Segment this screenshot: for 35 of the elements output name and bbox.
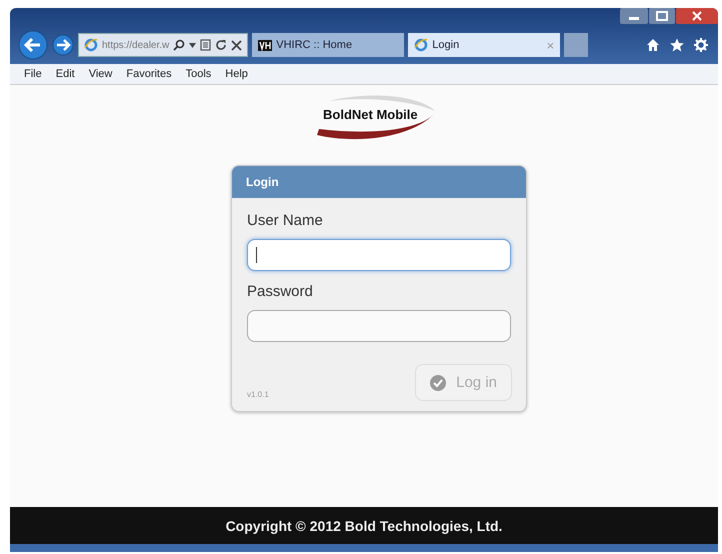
panel-title: Login <box>246 175 279 189</box>
search-icon[interactable] <box>173 39 186 51</box>
home-icon[interactable] <box>646 38 660 52</box>
version-text: v1.0.1 <box>247 390 269 401</box>
menu-item[interactable]: Tools <box>186 68 212 80</box>
address-text: https://dealer.w <box>102 40 170 50</box>
caret-icon[interactable] <box>189 42 196 48</box>
browser-tab[interactable]: Login × <box>408 33 560 57</box>
minimize-icon[interactable] <box>620 8 648 24</box>
browser-tab[interactable]: VHIRC :: Home <box>252 33 404 57</box>
menu-item[interactable]: View <box>88 68 112 80</box>
menu-item[interactable]: Favorites <box>126 68 172 80</box>
ie-icon <box>414 38 428 52</box>
check-icon <box>430 374 446 390</box>
star-icon[interactable] <box>670 38 684 52</box>
input-field[interactable] <box>247 239 511 271</box>
forward-icon[interactable] <box>52 34 74 56</box>
field-label: User Name <box>247 212 324 229</box>
menu-item[interactable]: File <box>24 68 42 80</box>
input-field[interactable] <box>247 310 511 342</box>
stop-icon[interactable] <box>231 40 242 50</box>
refresh-icon[interactable] <box>215 39 228 51</box>
site-favicon-icon <box>258 40 272 50</box>
maximize-icon[interactable] <box>649 8 675 24</box>
menu-item[interactable]: Edit <box>56 68 75 80</box>
address-bar[interactable]: https://dealer.w <box>78 33 248 57</box>
logo-text: BoldNet Mobile <box>323 107 418 122</box>
close-icon[interactable] <box>676 8 718 24</box>
compatibility-icon[interactable] <box>200 39 212 51</box>
settings-icon[interactable] <box>694 38 708 52</box>
menu-item[interactable]: Help <box>225 68 248 80</box>
field-label: Password <box>247 283 314 300</box>
back-icon[interactable] <box>18 30 48 60</box>
ie-icon <box>84 38 98 52</box>
copyright-text: Copyright © 2012 Bold Technologies, Ltd. <box>226 518 502 534</box>
